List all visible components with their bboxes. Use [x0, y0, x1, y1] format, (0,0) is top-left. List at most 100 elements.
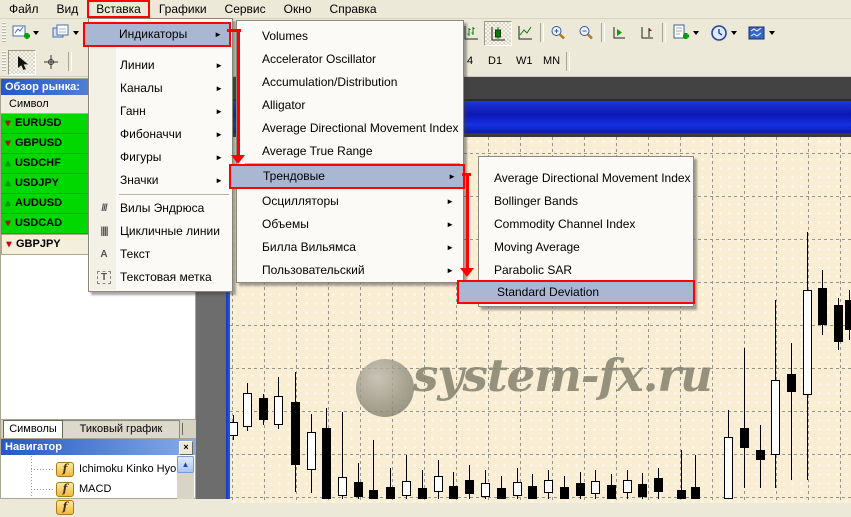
trend-submenu: Average Directional Movement Index Bolli… [457, 156, 695, 307]
menu-item-admi[interactable]: Average Directional Movement Index [480, 167, 692, 190]
menu-item-standard-deviation[interactable]: Standard Deviation [457, 280, 695, 304]
new-chart-button[interactable] [8, 21, 42, 44]
menu-item-accumulation-distribution[interactable]: Accumulation/Distribution [238, 71, 462, 94]
crosshair-button[interactable] [38, 50, 64, 73]
navigator-scrollbar[interactable]: ▲ [177, 456, 194, 499]
text-label-icon: T [97, 271, 111, 284]
menu-item-arrows[interactable]: Значки ► [90, 169, 231, 192]
menu-item-cycle-lines[interactable]: |||| Цикличные линии [90, 220, 231, 243]
dropdown-arrow-icon [768, 30, 775, 35]
menu-item-text-label[interactable]: T Текстовая метка [90, 266, 231, 289]
navigator-item-partial[interactable]: f [1, 497, 232, 517]
menu-item-andrews-pitchfork[interactable]: /// Вилы Эндрюса [90, 197, 231, 220]
profiles-icon [52, 24, 68, 37]
toolbar-grip[interactable] [2, 51, 6, 72]
price-direction-icon [1, 174, 15, 193]
cursor-icon [18, 55, 28, 70]
menu-view[interactable]: Вид [48, 1, 88, 18]
menu-item-lines[interactable]: Линии ► [90, 54, 231, 77]
menu-item-indicators[interactable]: Индикаторы ► [83, 22, 231, 47]
menu-item-average-true-range[interactable]: Average True Range [238, 140, 462, 163]
menu-item-volumes-group[interactable]: Объемы ► [238, 213, 462, 236]
menu-item-fibonacci[interactable]: Фибоначчи ► [90, 123, 231, 146]
menu-item-parabolic-sar[interactable]: Parabolic SAR [480, 259, 692, 282]
dropdown-arrow-icon [730, 30, 737, 35]
chart-shift-icon [641, 26, 653, 38]
timeframe-mn-button[interactable]: MN [538, 52, 565, 71]
zoom-out-button[interactable] [573, 21, 599, 44]
submenu-arrow-icon: ► [446, 197, 454, 206]
indicator-function-icon: f [56, 461, 74, 477]
submenu-arrow-icon: ► [215, 176, 223, 185]
menu-item-commodity-channel-index[interactable]: Commodity Channel Index [480, 213, 692, 236]
line-chart-icon [518, 25, 532, 39]
auto-scroll-button[interactable] [606, 21, 632, 44]
indicator-function-icon: f [56, 481, 74, 497]
menu-item-volumes[interactable]: Volumes [238, 25, 462, 48]
menu-item-custom[interactable]: Пользовательский ► [238, 259, 462, 282]
menu-item-label: Индикаторы [119, 27, 188, 41]
menu-item-shapes[interactable]: Фигуры ► [90, 146, 231, 169]
submenu-arrow-icon: ► [446, 243, 454, 252]
symbol-name: EURUSD [15, 117, 62, 129]
chart-shift-button[interactable] [634, 21, 660, 44]
toolbar-separator [68, 52, 72, 71]
scroll-up-icon[interactable]: ▲ [177, 456, 194, 473]
menu-item-channels[interactable]: Каналы ► [90, 77, 231, 100]
symbol-name: USDCHF [15, 157, 61, 169]
dropdown-arrow-icon [692, 30, 699, 35]
menu-item-trend[interactable]: Трендовые ► [229, 164, 465, 189]
tab-symbols[interactable]: Символы [3, 420, 63, 438]
menu-help[interactable]: Справка [321, 1, 386, 18]
submenu-arrow-icon: ► [214, 30, 222, 39]
tab-tick-chart[interactable]: Тиковый график [62, 420, 180, 438]
price-direction-icon [1, 134, 15, 153]
price-direction-icon [1, 114, 15, 133]
cursor-button[interactable] [8, 50, 36, 75]
symbol-name: GBPUSD [15, 137, 63, 149]
annotation-arrowhead [460, 268, 474, 277]
indicators-button[interactable] [668, 21, 702, 44]
templates-button[interactable] [744, 21, 778, 44]
menu-item-text[interactable]: A Текст [90, 243, 231, 266]
menu-file[interactable]: Файл [0, 1, 48, 18]
timeframe-h4-button[interactable]: 4 [462, 52, 478, 71]
menu-charts[interactable]: Графики [150, 1, 216, 18]
menu-item-bollinger-bands[interactable]: Bollinger Bands [480, 190, 692, 213]
line-chart-button[interactable] [512, 21, 538, 44]
new-chart-icon [12, 25, 30, 39]
submenu-arrow-icon: ► [446, 266, 454, 275]
cycle-lines-icon: |||| [100, 226, 108, 237]
menu-window[interactable]: Окно [275, 1, 321, 18]
menu-item-gann[interactable]: Ганн ► [90, 100, 231, 123]
periods-button[interactable] [706, 21, 740, 44]
text-icon: A [100, 249, 108, 260]
menu-item-admi[interactable]: Average Directional Movement Index [238, 117, 462, 140]
menu-insert[interactable]: Вставка [87, 0, 150, 18]
profiles-button[interactable] [48, 21, 82, 44]
navigator-title[interactable]: Навигатор [1, 439, 195, 455]
menu-tools[interactable]: Сервис [216, 1, 275, 18]
navigator-item[interactable]: f Ichimoku Kinko Hyo [1, 459, 232, 479]
navigator-item-label: MACD [79, 483, 112, 495]
toolbar-separator [540, 23, 544, 42]
toolbar-grip[interactable] [2, 22, 6, 43]
menu-item-bill-williams[interactable]: Билла Вильямса ► [238, 236, 462, 259]
tab-separator [182, 423, 183, 435]
close-icon[interactable]: × [179, 441, 193, 455]
zoom-in-icon [551, 25, 565, 39]
menu-item-moving-average[interactable]: Moving Average [480, 236, 692, 259]
menu-item-alligator[interactable]: Alligator [238, 94, 462, 117]
symbol-name: USDCAD [15, 217, 63, 229]
clock-icon [710, 24, 727, 41]
timeframe-d1-button[interactable]: D1 [483, 52, 507, 71]
menu-item-oscillators[interactable]: Осцилляторы ► [238, 190, 462, 213]
timeframe-w1-button[interactable]: W1 [511, 52, 538, 71]
submenu-arrow-icon: ► [215, 153, 223, 162]
zoom-in-button[interactable] [545, 21, 571, 44]
bar-chart-icon [464, 25, 478, 39]
candlestick-chart-button[interactable] [484, 21, 512, 46]
navigator-item[interactable]: f MACD [1, 479, 232, 499]
menu-item-label: Standard Deviation [497, 285, 600, 299]
menu-item-accelerator-oscillator[interactable]: Accelerator Oscillator [238, 48, 462, 71]
